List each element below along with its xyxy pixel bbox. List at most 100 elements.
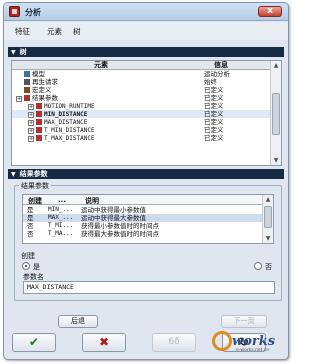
next-page-button[interactable]: 下一页 [221,315,267,328]
cancel-button[interactable]: ✖ [82,333,126,352]
result-cell-name: T_MA... [48,230,74,237]
param-icon [36,111,42,117]
regen-icon [24,79,30,85]
res-col-create: 创建 [28,197,42,205]
create-label: 创建 [21,252,35,260]
tree-row-element: 模型 [24,70,45,78]
result-cell-name: T_MI... [48,222,74,229]
tree-section-title: 树 [19,48,27,56]
tree-row-label: 模型 [32,70,45,78]
back-button[interactable]: 后退 [58,315,98,328]
menu-element[interactable]: 元素 [47,26,62,37]
tree-row-info: 已定义 [204,134,224,142]
tree-row-info: 已定义 [204,102,224,110]
result-section-title: 结果参数 [19,170,48,178]
param-name-input[interactable]: MAX_DISTANCE [23,281,275,294]
tree-row-info: 已定义 [204,126,224,134]
watermark-logo-icon [212,331,232,351]
result-cell-create: 否 [27,230,34,238]
tree-scrollbar[interactable]: ▲ ▼ [270,61,281,165]
tree-row[interactable]: + 结果参数 已定义 [12,94,270,102]
result-section-header[interactable]: ▼ 结果参数 [8,169,284,179]
result-cell-name: MAX_... [48,214,74,221]
model-icon [24,71,30,77]
collapse-triangle-icon: ▼ [11,49,16,56]
result-cell-name: MIN_... [48,206,74,213]
tree-row-info: 已定义 [204,86,224,94]
watermark-subtext: e-works.net.cn [236,348,270,353]
tree-row[interactable]: 宏定义 已定义 [12,86,270,94]
tree-row[interactable]: + T_MIN_DISTANCE 已定义 [12,126,270,134]
preview-glasses-button[interactable]: 6ð [152,333,196,352]
result-cell-desc: 获得最小参数值时的时间点 [81,222,159,230]
tree-row-element: + T_MAX_DISTANCE [28,134,95,143]
scroll-up-icon[interactable]: ▲ [264,196,272,203]
tree-row[interactable]: 再生请求 始终 [12,78,270,86]
radio-yes-label[interactable]: 是 [33,262,40,272]
tree-row-element: 再生请求 [24,78,58,86]
tree-row-info: 已定义 [204,118,224,126]
tree-row-label: MAX_DISTANCE [44,119,88,126]
radio-yes[interactable] [22,262,30,270]
tree-row-label: T_MIN_DISTANCE [44,127,95,134]
tree-row-label: T_MAX_DISTANCE [44,135,95,142]
tree-row-label: 结果参数 [32,94,58,102]
res-col-desc: 说明 [85,197,99,205]
result-group-label: 结果参数 [19,181,51,191]
result-row[interactable]: 否 T_MA... 获得最大参数值时的时间点 [23,230,263,238]
menu-tree[interactable]: 树 [73,26,81,37]
watermark-text: works [232,334,276,349]
tree-panel[interactable]: 元素 信息 模型 运动分析 再生请求 始终 宏定义 已定义 + 结果参数 已定义 + MOTION_… [11,60,282,166]
eworks-watermark: works e-works.net.cn [212,331,282,353]
scroll-down-icon[interactable]: ▼ [272,157,280,164]
tree-section-header[interactable]: ▼ 树 [8,47,284,57]
tree-row[interactable]: + T_MAX_DISTANCE 已定义 [12,134,270,142]
close-button[interactable]: x [258,6,282,17]
tree-row-info: 已定义 [204,110,224,118]
result-scrollbar[interactable]: ▲ ▼ [262,195,273,243]
result-param-icon [24,95,30,101]
tree-row-info: 始终 [204,78,217,86]
analysis-dialog: 分析 x 特征 元素 树 ▼ 树 元素 信息 模型 运动分析 再生请求 始终 宏定义 已定义… [3,2,289,360]
radio-no-label[interactable]: 否 [265,262,272,272]
scroll-thumb[interactable] [272,93,280,135]
param-icon [36,103,42,109]
result-cell-desc: 运动中获得最大参数值 [81,214,146,222]
tree-row[interactable]: + MIN_DISTANCE 已定义 [12,110,270,118]
tree-row-element: 宏定义 [24,86,52,94]
tree-header: 元素 信息 [12,61,270,70]
tree-row-info: 运动分析 [204,70,230,78]
expand-plus-icon[interactable]: + [28,136,34,142]
param-icon [36,119,42,125]
app-icon [9,6,20,17]
result-cell-create: 是 [27,214,34,222]
ok-button[interactable]: ✔ [12,333,56,352]
menu-feature[interactable]: 特征 [15,26,30,37]
window-title: 分析 [25,8,41,17]
menu-bar: 特征 元素 树 [4,22,288,40]
tree-row-info: 已定义 [204,94,224,102]
title-bar[interactable]: 分析 x [4,3,288,21]
result-cell-desc: 获得最大参数值时的时间点 [81,230,159,238]
result-cell-desc: 运动中获得最小参数值 [81,206,146,214]
tree-col-element: 元素 [94,61,108,69]
tree-row[interactable]: + MOTION_RUNTIME 已定义 [12,102,270,110]
scroll-up-icon[interactable]: ▲ [272,62,280,69]
radio-no[interactable] [254,262,262,270]
scroll-down-icon[interactable]: ▼ [264,235,272,242]
result-cell-create: 否 [27,222,34,230]
macro-icon [24,87,30,93]
param-icon [36,135,42,141]
tree-row-label: 宏定义 [32,86,52,94]
result-row[interactable]: 是 MAX_... 运动中获得最大参数值 [23,214,263,222]
result-row[interactable]: 是 MIN_... 运动中获得最小参数值 [23,206,263,214]
result-table-header: 创建 ... 说明 [23,195,263,205]
scroll-thumb[interactable] [264,206,272,228]
result-row[interactable]: 否 T_MI... 获得最小参数值时的时间点 [23,222,263,230]
result-cell-create: 是 [27,206,34,214]
tree-row-label: MIN_DISTANCE [44,111,88,118]
tree-row[interactable]: 模型 运动分析 [12,70,270,78]
tree-row[interactable]: + MAX_DISTANCE 已定义 [12,118,270,126]
result-table[interactable]: 创建 ... 说明 是 MIN_... 运动中获得最小参数值是 MAX_... 运动中获… [22,194,274,244]
collapse-triangle-icon: ▼ [11,171,16,178]
